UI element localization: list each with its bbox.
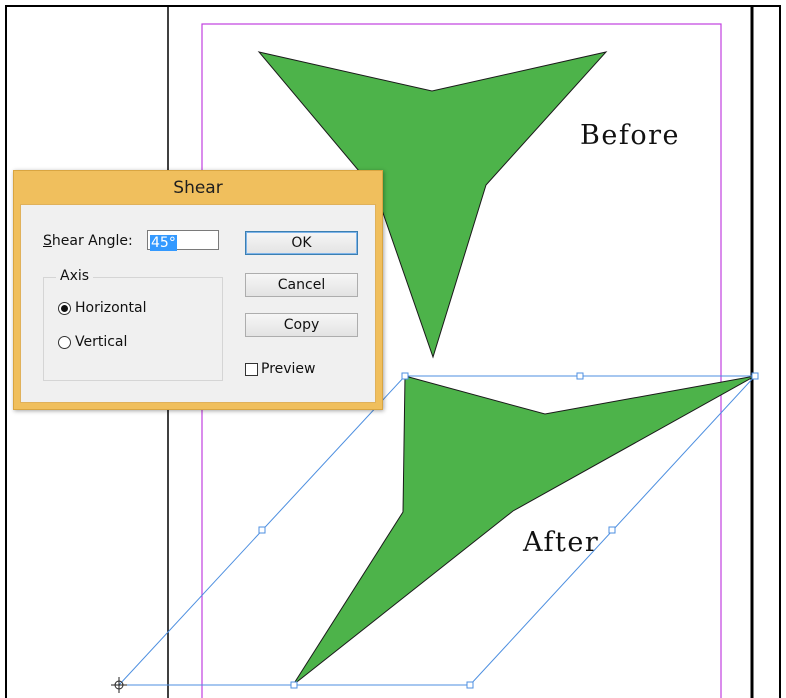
cancel-button[interactable]: Cancel — [245, 273, 358, 297]
radio-vertical-label: Vertical — [75, 334, 128, 350]
selection-handle-mid-left[interactable] — [258, 526, 266, 534]
after-label: After — [523, 527, 600, 558]
axis-group: Axis Horizontal Vertical — [43, 268, 223, 381]
shear-dialog: Shear Shear Angle: 45° Axis Horizontal V… — [13, 170, 383, 410]
radio-horizontal-label: Horizontal — [75, 300, 147, 316]
selection-handle-mid-right[interactable] — [608, 526, 616, 534]
shear-angle-value: 45° — [150, 235, 177, 251]
selection-handle-bottom-mid-a[interactable] — [290, 681, 298, 689]
shear-angle-label: Shear Angle: — [43, 233, 133, 249]
shear-angle-label-text: hear Angle: — [51, 233, 133, 249]
radio-vertical-indicator[interactable] — [58, 335, 71, 349]
radio-horizontal-indicator[interactable] — [58, 301, 71, 315]
radio-vertical[interactable]: Vertical — [58, 334, 127, 350]
selection-handle-top-mid[interactable] — [576, 372, 584, 380]
preview-checkbox-row[interactable]: Preview — [245, 361, 316, 377]
shear-angle-label-mnemonic: S — [43, 233, 52, 249]
radio-horizontal[interactable]: Horizontal — [58, 300, 146, 316]
dialog-body: Shear Angle: 45° Axis Horizontal Vertica… — [20, 204, 376, 403]
selection-handle-top-right[interactable] — [751, 372, 759, 380]
shear-angle-input[interactable]: 45° — [147, 230, 219, 251]
dialog-titlebar[interactable]: Shear — [14, 171, 382, 204]
preview-label: Preview — [261, 361, 316, 377]
dialog-title: Shear — [173, 177, 223, 198]
selection-handle-top-left[interactable] — [401, 372, 409, 380]
ok-button[interactable]: OK — [245, 231, 358, 255]
before-label: Before — [580, 120, 680, 151]
preview-checkbox[interactable] — [245, 362, 258, 376]
selection-handle-bottom-mid-b[interactable] — [466, 681, 474, 689]
axis-legend: Axis — [56, 268, 94, 284]
copy-button[interactable]: Copy — [245, 313, 358, 337]
